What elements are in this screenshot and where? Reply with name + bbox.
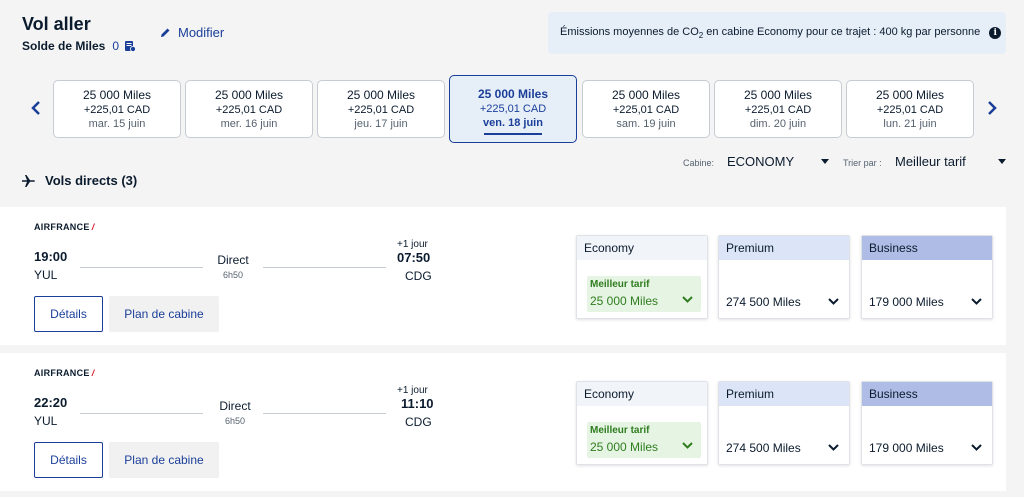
business-header: Business — [862, 382, 992, 406]
balance-label: Solde de Miles — [22, 39, 106, 53]
best-fare-box[interactable]: Meilleur tarif 25 000 Miles — [587, 422, 701, 458]
page-title: Vol aller — [22, 14, 91, 34]
flight-type: Direct — [219, 399, 251, 413]
airplane-icon — [22, 174, 35, 187]
economy-header: Economy — [577, 382, 707, 406]
cabin-plan-button[interactable]: Plan de cabine — [109, 296, 219, 332]
airline-logo: AIRFRANCE / — [34, 368, 95, 378]
business-fare-option[interactable]: Business 179 000 Miles — [861, 381, 993, 465]
date-option[interactable]: 25 000 Miles +225,01 CAD mar. 15 juin — [53, 80, 181, 138]
route-line — [80, 267, 203, 268]
next-dates-arrow[interactable] — [982, 98, 1002, 118]
premium-fare-option[interactable]: Premium 274 500 Miles — [718, 381, 850, 465]
chevron-down-icon — [682, 442, 693, 449]
route-line — [80, 413, 203, 414]
selected-indicator — [484, 133, 542, 135]
flight-card: AIRFRANCE/ 19:00 YUL Direct 6h50 +1 jour… — [0, 207, 1006, 345]
sort-select[interactable]: Meilleur tarif — [895, 154, 1006, 169]
balance-value: 0 — [112, 39, 120, 53]
direct-flights-heading: Vols directs (3) — [22, 173, 137, 188]
premium-price: 274 500 Miles — [726, 295, 801, 309]
business-fare-option[interactable]: Business 179 000 Miles — [861, 235, 993, 319]
best-fare-box[interactable]: Meilleur tarif 25 000 Miles — [587, 276, 701, 312]
departure-time: 19:00 — [34, 249, 68, 264]
details-button[interactable]: Détails — [34, 296, 103, 332]
details-button[interactable]: Détails — [34, 442, 103, 478]
cabin-plan-button[interactable]: Plan de cabine — [109, 442, 219, 478]
arrival-airport: CDG — [405, 269, 432, 283]
arrival-time: 11:10 — [401, 396, 434, 411]
premium-price: 274 500 Miles — [726, 441, 801, 455]
premium-header: Premium — [719, 382, 849, 406]
best-fare-label: Meilleur tarif — [590, 279, 650, 290]
chevron-down-icon — [828, 444, 839, 451]
flight-duration: 6h50 — [222, 270, 244, 280]
date-option[interactable]: 25 000 Miles +225,01 CAD dim. 20 juin — [714, 80, 842, 138]
business-price: 179 000 Miles — [869, 441, 944, 455]
arrival-airport: CDG — [405, 415, 432, 429]
chevron-down-icon — [682, 296, 693, 303]
airline-logo: AIRFRANCE / — [34, 222, 95, 232]
economy-price: 25 000 Miles — [590, 440, 659, 454]
chevron-down-icon — [828, 298, 839, 305]
departure-airport: YUL — [34, 268, 58, 282]
departure-airport: YUL — [34, 414, 58, 428]
chevron-right-icon — [988, 101, 997, 115]
day-offset: +1 jour — [397, 385, 428, 396]
chevron-down-icon — [821, 159, 830, 164]
modify-label: Modifier — [178, 25, 225, 40]
sort-filter-label: Trier par : — [843, 158, 882, 168]
business-header: Business — [862, 236, 992, 260]
date-option-selected[interactable]: 25 000 Miles +225,01 CAD ven. 18 juin — [449, 75, 577, 143]
previous-dates-arrow[interactable] — [26, 98, 46, 118]
premium-header: Premium — [719, 236, 849, 260]
economy-header: Economy — [577, 236, 707, 260]
arrival-time: 07:50 — [397, 250, 431, 265]
flight-duration: 6h50 — [224, 416, 246, 426]
date-option[interactable]: 25 000 Miles +225,01 CAD mer. 16 juin — [185, 80, 313, 138]
flight-type: Direct — [217, 253, 249, 267]
chevron-left-icon — [31, 101, 40, 115]
date-option[interactable]: 25 000 Miles +225,01 CAD sam. 19 juin — [582, 80, 710, 138]
emissions-banner: Émissions moyennes de CO2 en cabine Econ… — [548, 12, 1006, 54]
miles-wallet-icon — [125, 41, 137, 52]
business-price: 179 000 Miles — [869, 295, 944, 309]
best-fare-label: Meilleur tarif — [590, 425, 650, 436]
info-icon[interactable]: i — [989, 27, 1002, 39]
route-line — [263, 413, 386, 414]
chevron-down-icon — [971, 444, 982, 451]
cabin-select[interactable]: ECONOMY — [727, 154, 830, 169]
premium-fare-option[interactable]: Premium 274 500 Miles — [718, 235, 850, 319]
departure-time: 22:20 — [34, 395, 68, 410]
miles-balance: Solde de Miles 0 — [22, 39, 137, 53]
cabin-filter-label: Cabine: — [683, 158, 715, 168]
economy-price: 25 000 Miles — [590, 294, 659, 308]
chevron-down-icon — [971, 298, 982, 305]
date-option[interactable]: 25 000 Miles +225,01 CAD jeu. 17 juin — [317, 80, 445, 138]
modify-link[interactable]: Modifier — [160, 25, 224, 40]
economy-fare-option[interactable]: Economy Meilleur tarif 25 000 Miles — [576, 381, 708, 465]
flight-card: AIRFRANCE/ 22:20 YUL Direct 6h50 +1 jour… — [0, 353, 1006, 491]
emissions-text: Émissions moyennes de CO2 en cabine Econ… — [560, 25, 981, 41]
date-option[interactable]: 25 000 Miles +225,01 CAD lun. 21 juin — [846, 80, 974, 138]
route-line — [263, 267, 386, 268]
pencil-icon — [161, 28, 170, 37]
day-offset: +1 jour — [397, 239, 428, 250]
economy-fare-option[interactable]: Economy Meilleur tarif 25 000 Miles — [576, 235, 708, 319]
chevron-down-icon — [997, 159, 1006, 164]
